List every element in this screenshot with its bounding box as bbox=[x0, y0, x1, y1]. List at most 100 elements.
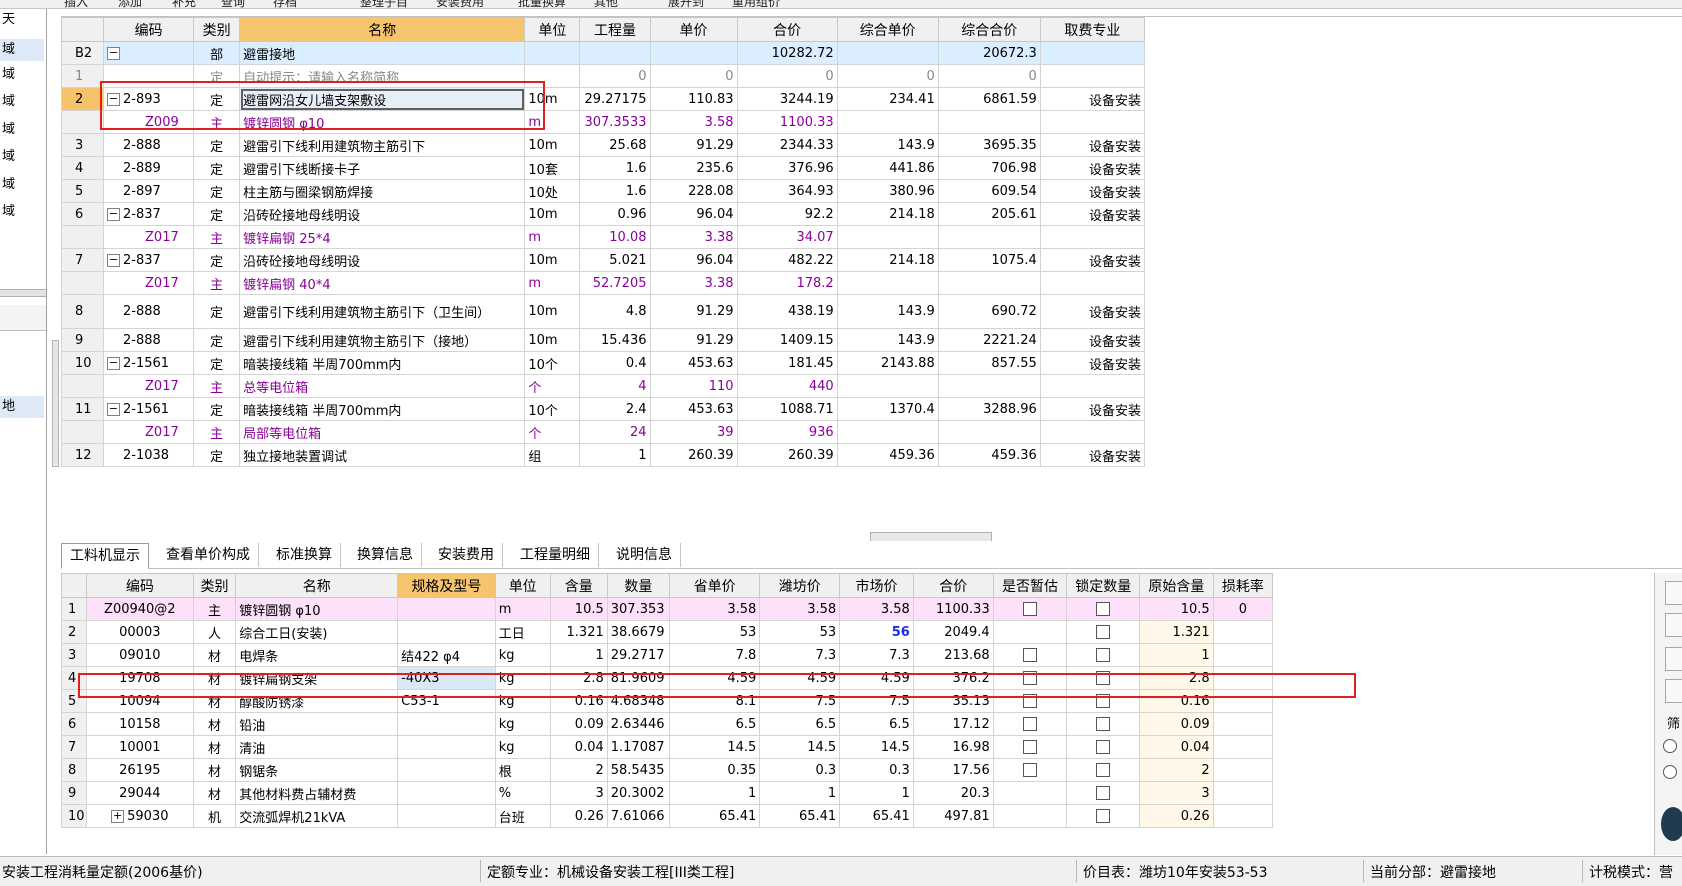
left-tree-item[interactable]: 域 bbox=[0, 201, 44, 223]
quantity-cell[interactable]: 29.2717 bbox=[606, 643, 671, 667]
fee-category-cell[interactable]: 设备安装 bbox=[1039, 294, 1146, 329]
fee-category-cell[interactable] bbox=[1039, 420, 1146, 444]
col-header[interactable]: 合价 bbox=[912, 573, 994, 598]
spec-cell[interactable]: -40X3 bbox=[397, 666, 496, 690]
code-cell[interactable]: Z00940@2 bbox=[85, 597, 194, 621]
original-content-cell[interactable]: 0.16 bbox=[1139, 689, 1214, 713]
lock-checkbox[interactable] bbox=[1096, 740, 1111, 754]
name-cell[interactable]: 自动提示：请输入名称简称 bbox=[239, 64, 526, 88]
code-cell[interactable]: −2-837 bbox=[103, 248, 195, 272]
fee-category-cell[interactable]: 设备安装 bbox=[1039, 202, 1146, 226]
comp-total-cell[interactable]: 20672.3 bbox=[937, 41, 1041, 65]
col-header[interactable]: 单位 bbox=[524, 17, 581, 42]
spec-cell[interactable]: C53-1 bbox=[397, 689, 496, 713]
row-number[interactable]: 7 bbox=[60, 248, 105, 272]
unit-cell[interactable]: 10m bbox=[524, 294, 581, 329]
table-row[interactable]: Z017 主总等电位箱个 4 110 440 bbox=[60, 374, 1146, 398]
total-price-cell[interactable]: 1409.15 bbox=[736, 328, 838, 352]
name-cell[interactable]: 综合工日(安装) bbox=[235, 620, 399, 644]
unit-cell[interactable]: 根 bbox=[494, 758, 551, 782]
lock-checkbox[interactable] bbox=[1096, 717, 1111, 731]
toolbar-add[interactable]: 添加 bbox=[118, 0, 142, 8]
quantity-cell[interactable]: 307.353 bbox=[606, 597, 671, 621]
comp-unit-price-cell[interactable]: 2143.88 bbox=[836, 351, 939, 375]
code-cell[interactable] bbox=[103, 64, 195, 88]
type-cell[interactable]: 材 bbox=[192, 712, 237, 736]
estimate-checkbox[interactable] bbox=[1023, 694, 1038, 708]
left-tree-item[interactable]: 域 bbox=[0, 39, 44, 61]
row-number[interactable]: 4 bbox=[60, 156, 105, 180]
comp-unit-price-cell[interactable] bbox=[836, 110, 939, 134]
table-row[interactable]: 5 10094 材醇酸防锈漆 C53-1 kg 0.16 4.68348 8.1 7.5 7.5 3… bbox=[61, 689, 1274, 713]
unit-cell[interactable]: 工日 bbox=[494, 620, 551, 644]
total-price-cell[interactable]: 1100.33 bbox=[736, 110, 838, 134]
unit-cell[interactable] bbox=[524, 64, 581, 88]
loss-rate-cell[interactable] bbox=[1212, 735, 1274, 759]
name-cell[interactable]: 独立接地装置调试 bbox=[239, 443, 526, 467]
estimate-checkbox[interactable] bbox=[1023, 671, 1038, 685]
lock-checkbox[interactable] bbox=[1096, 694, 1111, 708]
lock-cell[interactable] bbox=[1066, 620, 1141, 644]
content-cell[interactable]: 0.04 bbox=[549, 735, 608, 759]
weifang-price-cell[interactable]: 3.58 bbox=[759, 597, 841, 621]
quantity-cell[interactable]: 29.27175 bbox=[579, 87, 651, 111]
table-row[interactable]: B2− 部避雷接地 10282.72 20672.3 bbox=[60, 41, 1146, 65]
fee-category-cell[interactable] bbox=[1039, 225, 1146, 249]
unit-cell[interactable]: % bbox=[494, 781, 551, 805]
col-header[interactable]: 合价 bbox=[736, 17, 838, 42]
estimate-checkbox[interactable] bbox=[1023, 763, 1038, 777]
code-cell[interactable]: 09010 bbox=[85, 643, 194, 667]
unit-cell[interactable]: kg bbox=[494, 735, 551, 759]
loss-rate-cell[interactable] bbox=[1212, 643, 1274, 667]
name-cell[interactable]: 避雷引下线利用建筑物主筋引下 bbox=[239, 133, 526, 157]
province-price-cell[interactable]: 0.35 bbox=[668, 758, 761, 782]
code-cell[interactable]: 26195 bbox=[85, 758, 194, 782]
content-cell[interactable]: 1 bbox=[549, 643, 608, 667]
type-cell[interactable]: 定 bbox=[193, 248, 241, 272]
name-cell[interactable]: 其他材料费占辅材费 bbox=[235, 781, 399, 805]
unit-cell[interactable]: 10m bbox=[524, 248, 581, 272]
comp-unit-price-cell[interactable]: 1370.4 bbox=[836, 397, 939, 421]
collapse-toggle-icon[interactable]: − bbox=[107, 46, 121, 60]
type-cell[interactable]: 定 bbox=[193, 443, 241, 467]
total-price-cell[interactable]: 438.19 bbox=[736, 294, 838, 329]
quantity-cell[interactable]: 25.68 bbox=[579, 133, 651, 157]
original-content-cell[interactable]: 1 bbox=[1139, 643, 1214, 667]
type-cell[interactable]: 材 bbox=[192, 643, 237, 667]
tab-quantity-detail[interactable]: 工程量明细 bbox=[512, 543, 599, 567]
name-cell[interactable]: 清油 bbox=[235, 735, 399, 759]
unit-cell[interactable]: 10个 bbox=[524, 351, 581, 375]
lock-cell[interactable] bbox=[1066, 712, 1141, 736]
unit-price-cell[interactable]: 453.63 bbox=[649, 397, 738, 421]
type-cell[interactable]: 材 bbox=[192, 781, 237, 805]
comp-total-cell[interactable]: 3695.35 bbox=[937, 133, 1041, 157]
table-row[interactable]: 12 2-1038 定独立接地装置调试组 1 260.39 260.39 459.36 459… bbox=[60, 443, 1146, 467]
left-list-item[interactable]: 地 bbox=[0, 396, 44, 418]
market-price-cell[interactable]: 3.58 bbox=[839, 597, 914, 621]
unit-cell[interactable]: m bbox=[524, 271, 581, 295]
lock-cell[interactable] bbox=[1066, 689, 1141, 713]
table-row[interactable]: 7−2-837 定沿砖砼接地母线明设 10m 5.021 96.04 482.22 214.… bbox=[60, 248, 1146, 272]
quantity-cell[interactable]: 58.5435 bbox=[606, 758, 671, 782]
table-row[interactable]: 4 19708 材镀锌扁钢支架 -40X3 kg 2.8 81.9609 4.59 4.59 4.… bbox=[61, 666, 1274, 690]
name-cell[interactable]: 沿砖砼接地母线明设 bbox=[239, 202, 526, 226]
row-number[interactable]: 1 bbox=[60, 64, 105, 88]
table-row[interactable]: 3 09010 材电焊条 结422 φ4 kg 1 29.2717 7.8 7.3 7.3 213.… bbox=[61, 643, 1274, 667]
table-row[interactable]: 4 2-889 定避雷引下线断接卡子 10套 1.6 235.6 376.96 441.86 7… bbox=[60, 156, 1146, 180]
row-number[interactable]: 8 bbox=[61, 758, 87, 782]
row-number[interactable]: 6 bbox=[60, 202, 105, 226]
type-cell[interactable]: 主 bbox=[193, 110, 241, 134]
lock-checkbox[interactable] bbox=[1096, 671, 1111, 685]
toolbar-reuse[interactable]: 重用组价 bbox=[732, 0, 780, 8]
estimate-cell[interactable] bbox=[992, 643, 1068, 667]
spec-cell[interactable] bbox=[397, 804, 496, 828]
fee-category-cell[interactable]: 设备安装 bbox=[1039, 87, 1146, 111]
quantity-cell[interactable]: 0 bbox=[579, 64, 651, 88]
weifang-price-cell[interactable]: 53 bbox=[759, 620, 841, 644]
name-cell[interactable]: 避雷引下线断接卡子 bbox=[239, 156, 526, 180]
radio-option[interactable] bbox=[1663, 739, 1677, 753]
table-row[interactable]: Z009 主镀锌圆钢 φ10 m 307.3533 3.58 1100.33 bbox=[60, 110, 1146, 134]
unit-price-cell[interactable]: 3.38 bbox=[649, 271, 738, 295]
quantity-cell[interactable]: 1.6 bbox=[579, 156, 651, 180]
fee-category-cell[interactable]: 设备安装 bbox=[1039, 133, 1146, 157]
